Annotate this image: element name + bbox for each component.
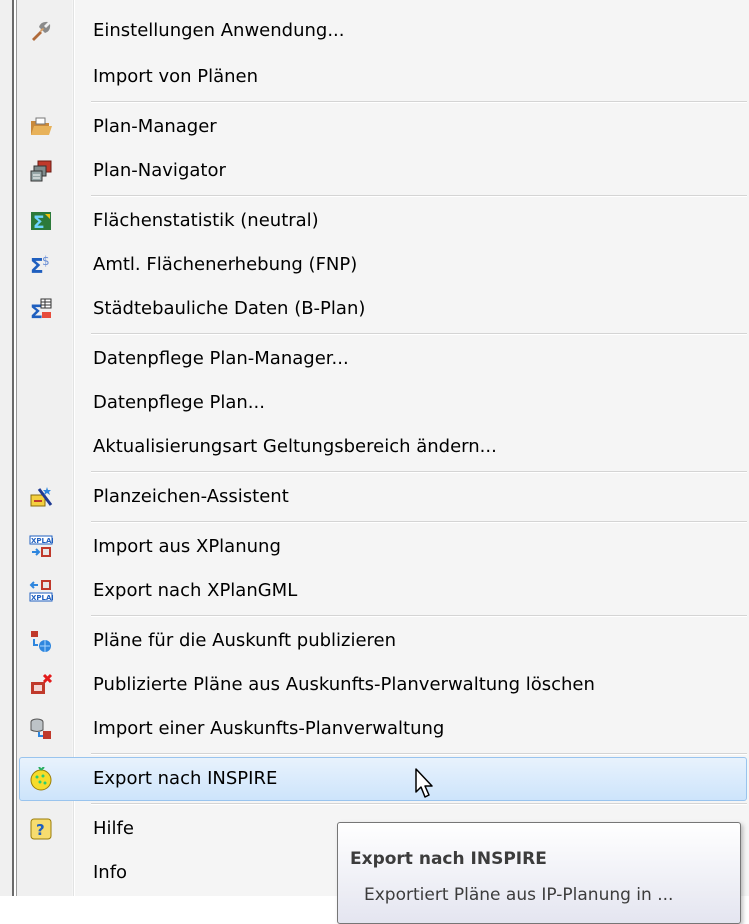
menu-item-plan-manager[interactable]: Plan-Manager [19,105,747,149]
window-border [12,0,14,896]
menu-item-label: Pläne für die Auskunft publizieren [93,630,397,651]
menu-item-plaene-publizieren[interactable]: Pläne für die Auskunft publizieren [19,619,747,663]
menu-separator [91,333,747,335]
menu-separator [91,195,747,197]
xplan-export-icon: XPLAN [29,579,57,603]
publish-globe-icon [29,629,53,653]
tooltip-body: Exportiert Pläne aus IP-Planung in ... [364,885,674,905]
sigma-table-icon: Σ [29,297,53,323]
svg-text:XPLAN: XPLAN [31,594,53,602]
menu-item-label: Import aus XPlanung [93,536,281,557]
menu-separator [91,803,747,805]
svg-text:$: $ [42,254,50,268]
svg-text:?: ? [36,821,45,839]
menu-item-label: Info [93,862,128,883]
menu-item-datenpflege-plan-manager[interactable]: Datenpflege Plan-Manager... [19,337,747,381]
menu-item-flaechenstatistik[interactable]: Σ Flächenstatistik (neutral) [19,199,747,243]
menu-item-amtl-flaechenerhebung[interactable]: Σ $ Amtl. Flächenerhebung (FNP) [19,243,747,287]
tooltip: Export nach INSPIRE Exportiert Pläne aus… [337,822,741,924]
window-frame [0,0,12,896]
menu-item-label: Amtl. Flächenerhebung (FNP) [93,254,358,275]
settings-wrench-icon [29,19,53,43]
menu-item-plan-navigator[interactable]: Plan-Navigator [19,149,747,193]
menu-item-einstellungen-anwendung[interactable]: Einstellungen Anwendung... [19,9,747,53]
xplan-import-icon: XPLAN [29,535,57,559]
menu-separator [91,471,747,473]
menu-item-export-nach-xplangml[interactable]: XPLAN Export nach XPlanGML [19,569,747,613]
sigma-dollar-icon: Σ $ [29,253,53,278]
menu-item-import-aus-xplanung[interactable]: XPLAN Import aus XPlanung [19,525,747,569]
menu-item-label: Datenpflege Plan-Manager... [93,348,349,369]
menu-item-label: Publizierte Pläne aus Auskunfts-Planverw… [93,674,595,695]
svg-text:XPLAN: XPLAN [31,537,53,545]
delete-box-icon [29,673,53,697]
menu-item-aktualisierungsart[interactable]: Aktualisierungsart Geltungsbereich änder… [19,425,747,469]
menu-item-import-auskunfts-planverwaltung[interactable]: Import einer Auskunfts-Planverwaltung [19,707,747,751]
svg-text:Σ: Σ [33,213,45,233]
inspire-globe-icon [29,766,53,791]
menu-separator [91,753,747,755]
menu-item-staedtebauliche-daten[interactable]: Σ Städtebauliche Daten (B-Plan) [19,287,747,331]
menu-separator [91,521,747,523]
menu-item-publizierte-plaene-loeschen[interactable]: Publizierte Pläne aus Auskunfts-Planverw… [19,663,747,707]
menu-item-import-von-plaenen[interactable]: Import von Plänen [19,55,747,99]
menu-item-label: Planzeichen-Assistent [93,486,289,507]
tooltip-title: Export nach INSPIRE [350,849,547,869]
menu-item-label: Plan-Manager [93,116,217,137]
menu-item-label: Import von Plänen [93,66,259,87]
menu-item-label: Plan-Navigator [93,160,226,181]
menu-item-label: Export nach INSPIRE [93,768,278,789]
help-icon: ? [29,817,53,841]
menu-item-label: Flächenstatistik (neutral) [93,210,319,231]
menu-item-label: Städtebauliche Daten (B-Plan) [93,298,366,319]
menu-item-label: Aktualisierungsart Geltungsbereich änder… [93,436,497,457]
menu-item-label: Datenpflege Plan... [93,392,265,413]
menu-item-label: Einstellungen Anwendung... [93,20,345,41]
menu-item-label: Hilfe [93,818,134,839]
menu-separator [91,615,747,617]
navigator-windows-icon [29,159,53,183]
menu-item-label: Export nach XPlanGML [93,580,298,601]
context-menu: Einstellungen Anwendung... Import von Pl… [17,0,749,896]
menu-separator [91,101,747,103]
wizard-wand-icon [29,485,53,509]
folder-open-icon [29,115,53,139]
db-import-icon [29,717,53,741]
mouse-pointer-icon [415,768,437,800]
menu-item-label: Import einer Auskunfts-Planverwaltung [93,718,445,739]
sigma-chart-icon: Σ [29,209,53,233]
menu-item-datenpflege-plan[interactable]: Datenpflege Plan... [19,381,747,425]
menu-item-export-nach-inspire[interactable]: Export nach INSPIRE [19,757,747,801]
menu-item-planzeichen-assistent[interactable]: Planzeichen-Assistent [19,475,747,519]
